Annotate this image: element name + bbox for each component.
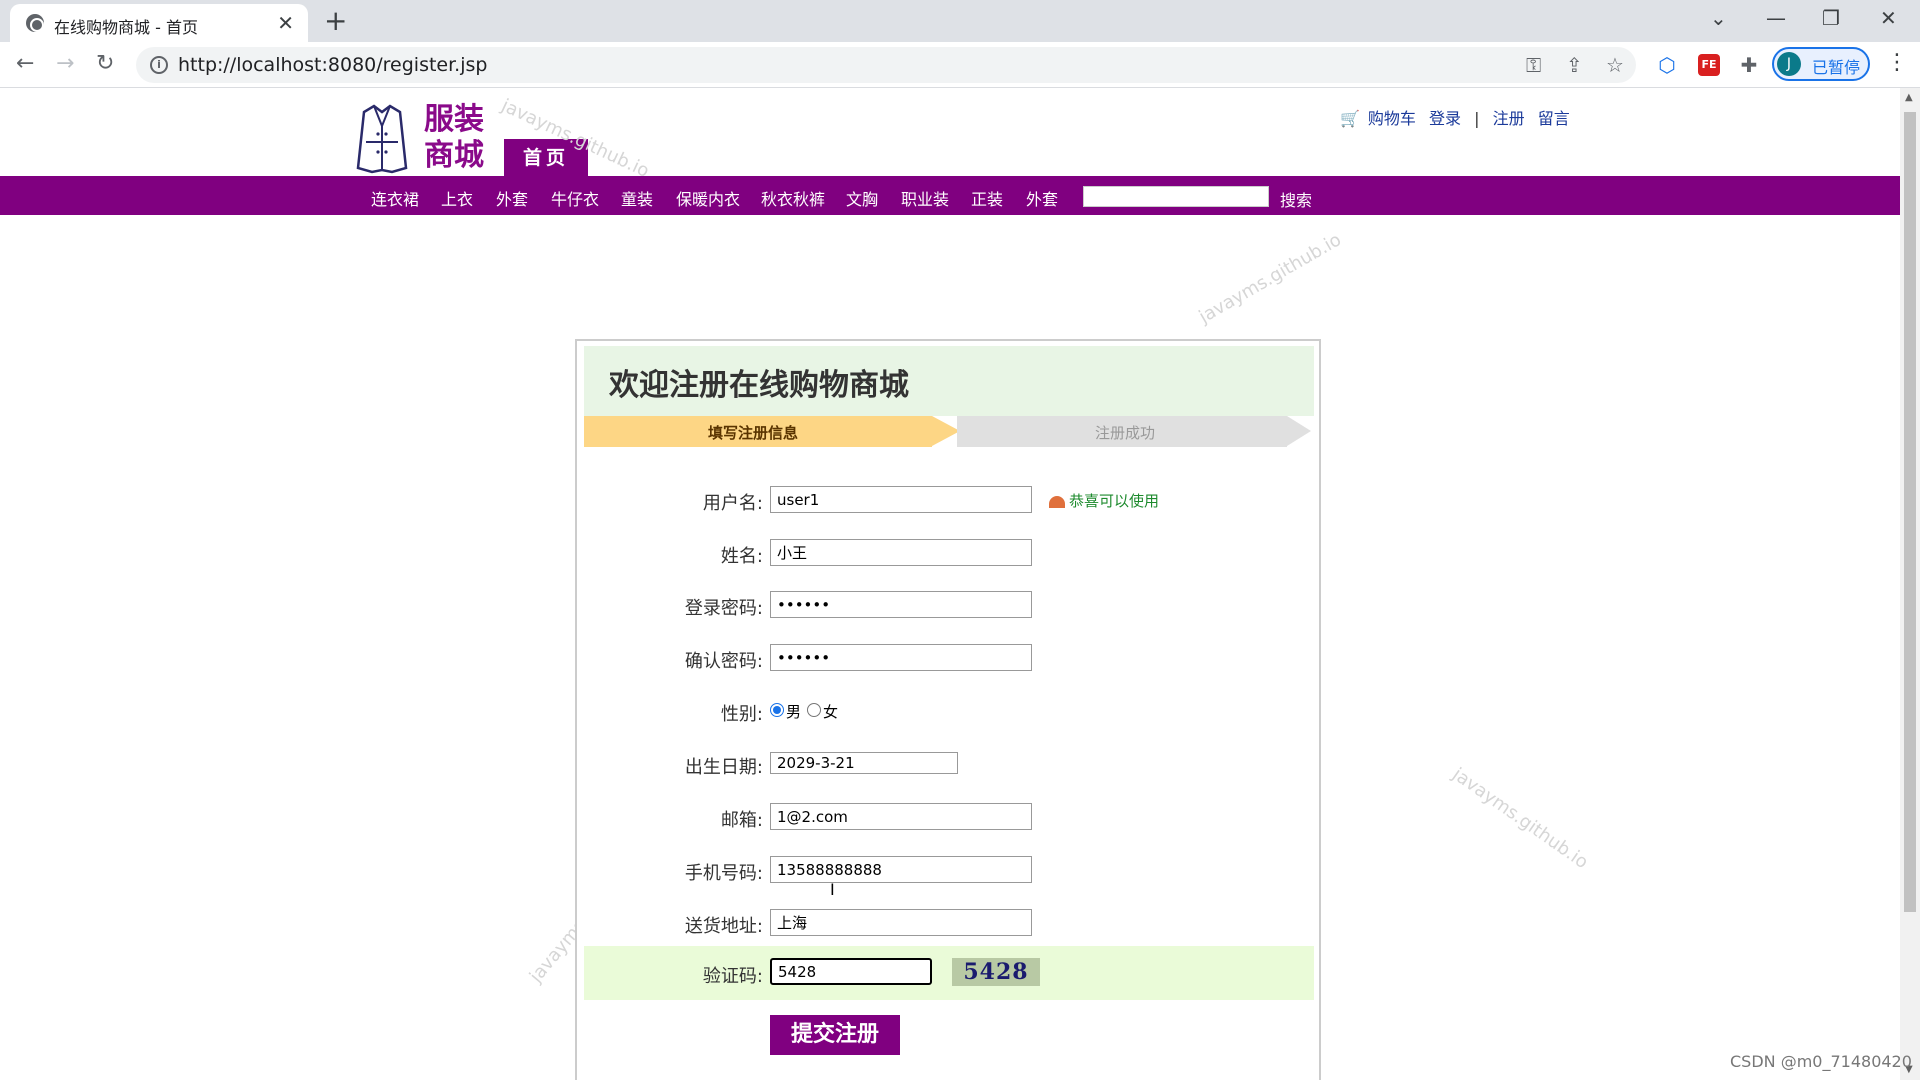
tab-search-icon[interactable]: ⌄ — [1710, 6, 1727, 30]
nav-item-bra[interactable]: 文胸 — [846, 186, 878, 210]
form-header: 欢迎注册在线购物商城 — [584, 346, 1314, 416]
gender-male-radio[interactable] — [770, 703, 784, 717]
nav-item-workwear[interactable]: 职业装 — [901, 186, 949, 210]
submit-button[interactable]: 提交注册 — [770, 1015, 900, 1055]
birthday-label: 出生日期: — [684, 757, 763, 778]
watermark: javayms.github.io — [1448, 763, 1592, 874]
watermark: javayms.github.io — [1195, 229, 1345, 328]
restore-button[interactable]: ❐ — [1822, 6, 1840, 30]
password-field[interactable] — [770, 591, 1032, 618]
captcha-row: 验证码: 5428 — [584, 946, 1314, 1000]
nav-item-tops[interactable]: 上衣 — [441, 186, 473, 210]
captcha-label: 验证码: — [702, 966, 763, 987]
forward-icon[interactable]: → — [56, 51, 74, 76]
tab-strip: 在线购物商城 - 首页 ✕ + ⌄ — ❐ ✕ — [0, 0, 1920, 42]
phone-field[interactable] — [770, 856, 1032, 883]
login-link[interactable]: 登录 — [1429, 109, 1461, 128]
csdn-watermark: CSDN @m0_71480420 — [1730, 1052, 1912, 1071]
address-bar[interactable]: i http://localhost:8080/register.jsp ⚿ ⇪… — [136, 47, 1636, 83]
fe-extension-icon[interactable]: FE — [1698, 54, 1720, 76]
cart-link[interactable]: 购物车 — [1368, 109, 1416, 128]
extension-shield-icon[interactable]: ⬡ — [1656, 54, 1678, 76]
search-input[interactable] — [1083, 186, 1269, 207]
username-check-message: 恭喜可以使用 — [1049, 490, 1159, 511]
tab-title: 在线购物商城 - 首页 — [54, 18, 198, 37]
confirm-password-field[interactable] — [770, 644, 1032, 671]
nav-item-coat-2[interactable]: 外套 — [1026, 186, 1058, 210]
back-icon[interactable]: ← — [16, 51, 34, 76]
password-label: 登录密码: — [684, 598, 763, 619]
text-cursor-icon: Ι — [830, 880, 835, 899]
star-icon[interactable]: ☆ — [1606, 53, 1624, 77]
phone-label: 手机号码: — [684, 863, 763, 884]
key-icon[interactable]: ⚿ — [1526, 53, 1541, 77]
link-separator: | — [1474, 109, 1480, 128]
address-label: 送货地址: — [684, 916, 763, 937]
category-nav: 连衣裙 上衣 外套 牛仔衣 童装 保暖内衣 秋衣秋裤 文胸 职业装 正装 外套 … — [0, 176, 1900, 215]
share-icon[interactable]: ⇪ — [1566, 53, 1583, 77]
top-links: 🛒 购物车 登录 | 注册 留言 — [1340, 105, 1578, 129]
birthday-field[interactable] — [770, 752, 958, 774]
nav-item-thermal[interactable]: 保暖内衣 — [676, 186, 740, 210]
search-button[interactable]: 搜索 — [1280, 187, 1312, 211]
register-link[interactable]: 注册 — [1493, 109, 1525, 128]
email-field[interactable] — [770, 803, 1032, 830]
url-text[interactable]: http://localhost:8080/register.jsp — [178, 54, 487, 76]
message-link[interactable]: 留言 — [1538, 109, 1570, 128]
site-info-icon[interactable]: i — [150, 56, 168, 74]
profile-status: 已暂停 — [1812, 58, 1861, 77]
minimize-button[interactable]: — — [1766, 6, 1786, 30]
more-menu-icon[interactable]: ⋮ — [1886, 50, 1908, 75]
page-content: 服装 商城 首页 🛒 购物车 登录 | 注册 留言 连衣裙 上衣 外套 牛仔衣 童… — [0, 88, 1900, 1080]
profile-button[interactable]: J 已暂停 — [1772, 47, 1870, 81]
page-scrollbar[interactable]: ▲ ▼ — [1900, 88, 1920, 1080]
name-label: 姓名: — [720, 546, 763, 567]
puzzle-icon[interactable]: ✚ — [1738, 54, 1760, 76]
avatar: J — [1777, 52, 1801, 76]
username-field[interactable] — [770, 486, 1032, 513]
new-tab-button[interactable]: + — [324, 4, 347, 37]
coat-logo-icon — [356, 104, 408, 174]
helmet-icon — [1049, 495, 1065, 508]
nav-item-denim[interactable]: 牛仔衣 — [551, 186, 599, 210]
gender-female-label: 女 — [823, 703, 839, 721]
username-label: 用户名: — [702, 493, 763, 514]
reload-icon[interactable]: ↻ — [96, 51, 114, 76]
captcha-field[interactable] — [770, 958, 932, 985]
globe-icon — [26, 14, 44, 32]
register-form: 欢迎注册在线购物商城 填写注册信息 注册成功 用户名: 恭喜可以使用 姓名: 登… — [575, 339, 1321, 1080]
scroll-up-icon[interactable]: ▲ — [1905, 92, 1913, 103]
gender-group: 男 女 — [770, 701, 850, 721]
close-window-button[interactable]: ✕ — [1880, 6, 1897, 30]
logo-text: 服装 商城 — [424, 102, 484, 173]
browser-toolbar: ← → ↻ i http://localhost:8080/register.j… — [0, 42, 1920, 88]
page-title: 欢迎注册在线购物商城 — [609, 368, 909, 403]
step-fill-info: 填写注册信息 — [584, 416, 964, 447]
scroll-thumb[interactable] — [1904, 112, 1916, 912]
gender-female-radio[interactable] — [807, 703, 821, 717]
captcha-image[interactable]: 5428 — [952, 958, 1040, 986]
gender-male-label: 男 — [786, 703, 802, 721]
cart-icon[interactable]: 🛒 — [1340, 109, 1360, 128]
gender-label: 性别: — [720, 704, 763, 725]
step-label: 填写注册信息 — [708, 424, 799, 442]
name-field[interactable] — [770, 539, 1032, 566]
browser-tab[interactable]: 在线购物商城 - 首页 ✕ — [10, 4, 308, 42]
nav-item-dress[interactable]: 连衣裙 — [371, 186, 419, 210]
nav-item-autumn[interactable]: 秋衣秋裤 — [761, 186, 825, 210]
nav-item-formal[interactable]: 正装 — [971, 186, 1003, 210]
email-label: 邮箱: — [720, 810, 763, 831]
step-label: 注册成功 — [1095, 424, 1156, 442]
close-tab-icon[interactable]: ✕ — [277, 11, 294, 35]
nav-item-coat[interactable]: 外套 — [496, 186, 528, 210]
confirm-password-label: 确认密码: — [684, 651, 763, 672]
address-field[interactable] — [770, 909, 1032, 936]
nav-item-kids[interactable]: 童装 — [621, 186, 653, 210]
step-success: 注册成功 — [957, 416, 1314, 447]
